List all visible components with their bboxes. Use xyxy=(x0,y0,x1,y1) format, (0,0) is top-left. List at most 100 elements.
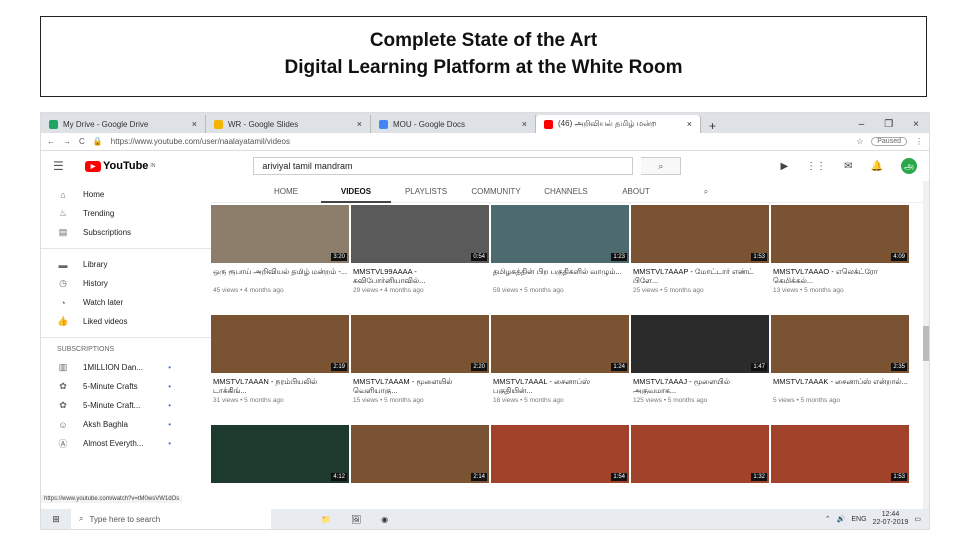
new-tab-button[interactable]: + xyxy=(701,119,724,133)
video-thumbnail[interactable]: 2:14 xyxy=(351,425,489,483)
sidebar-item[interactable]: 👍 Liked videos xyxy=(41,312,211,331)
taskbar-search[interactable]: ⌕ Type here to search xyxy=(71,509,271,529)
video-thumbnail[interactable]: 4:09 xyxy=(771,205,909,263)
notification-icon[interactable]: ▭ xyxy=(914,515,921,523)
back-icon[interactable]: ← xyxy=(47,137,55,146)
file-explorer-icon[interactable]: 📁 xyxy=(321,515,331,524)
video-title[interactable]: ஒரு ரூபாய் அறிவியல் தமிழ் மன்றம் -... xyxy=(211,267,349,285)
close-window-icon[interactable]: × xyxy=(913,119,919,130)
scrollbar-thumb[interactable] xyxy=(923,326,929,361)
video-thumbnail[interactable]: 1:32 xyxy=(631,425,769,483)
video-title[interactable] xyxy=(491,487,629,505)
video-title[interactable]: MMSTVL7AAAO - எலெக்ட்ரோ கெமிக்கல்... xyxy=(771,267,909,285)
video-title[interactable] xyxy=(771,487,909,505)
sidebar-item[interactable]: ⌂ Home xyxy=(41,185,211,204)
video-title[interactable]: MMSTVL7AAAN - நரம்பியலில் டாக்கிங்... xyxy=(211,377,349,395)
tab-about[interactable]: ABOUT xyxy=(601,181,671,203)
video-thumbnail[interactable]: 1:53 xyxy=(631,205,769,263)
browser-tab[interactable]: My Drive - Google Drive × xyxy=(41,115,206,133)
video-card[interactable]: 2:19 MMSTVL7AAAN - நரம்பியலில் டாக்கிங்..… xyxy=(211,315,349,425)
video-thumbnail[interactable]: 4:12 xyxy=(211,425,349,483)
menu-icon[interactable]: ⋮ xyxy=(915,137,923,146)
video-card[interactable]: 1:53 MMSTVL7AAAP - மோட்டார் எண்ட் பிளே...… xyxy=(631,205,769,315)
sidebar-item[interactable]: ☺ Aksh Baghla • xyxy=(41,415,211,434)
video-title[interactable]: MMSTVL7AAAL - சைனாப்ஸ் பகுதியின்... xyxy=(491,377,629,395)
video-thumbnail[interactable]: 1:54 xyxy=(491,425,629,483)
reload-icon[interactable]: C xyxy=(79,137,85,146)
tab-close-icon[interactable]: × xyxy=(687,119,692,129)
sidebar-item[interactable]: ▬ Library xyxy=(41,255,211,274)
video-card[interactable]: 1:24 MMSTVL7AAAL - சைனாப்ஸ் பகுதியின்... 1… xyxy=(491,315,629,425)
video-thumbnail[interactable]: 2:35 xyxy=(771,315,909,373)
video-thumbnail[interactable]: 2:20 xyxy=(351,315,489,373)
tab-videos[interactable]: VIDEOS xyxy=(321,181,391,203)
avatar[interactable]: அ xyxy=(901,158,917,174)
video-thumbnail[interactable]: 1:53 xyxy=(771,425,909,483)
video-card[interactable]: 3:20 ஒரு ரூபாய் அறிவியல் தமிழ் மன்றம் -..… xyxy=(211,205,349,315)
bell-icon[interactable]: 🔔 xyxy=(871,161,883,172)
tab-close-icon[interactable]: × xyxy=(522,119,527,129)
star-icon[interactable]: ☆ xyxy=(856,137,863,146)
video-thumbnail[interactable]: 1:47 xyxy=(631,315,769,373)
browser-tab[interactable]: (46) அறிவியல் தமிழ் மன்ற × xyxy=(536,115,701,133)
tab-close-icon[interactable]: × xyxy=(192,119,197,129)
channel-nav: HOME VIDEOS PLAYLISTS COMMUNITY CHANNELS ABOU… xyxy=(211,181,929,203)
video-title[interactable]: தமிழகத்தின் பிற பகுதிகளில் வாழும்... xyxy=(491,267,629,285)
video-thumbnail[interactable]: 1:23 xyxy=(491,205,629,263)
search-button[interactable]: ⌕ xyxy=(641,157,682,175)
video-thumbnail[interactable]: 0:54 xyxy=(351,205,489,263)
minimize-icon[interactable]: – xyxy=(859,119,865,130)
sidebar-item[interactable]: ✿ 5-Minute Craft... • xyxy=(41,396,211,415)
video-title[interactable] xyxy=(631,487,769,505)
paused-badge[interactable]: Paused xyxy=(871,137,907,146)
apps-icon[interactable]: ⋮⋮ xyxy=(806,161,826,172)
forward-icon[interactable]: → xyxy=(63,137,71,146)
lang-indicator[interactable]: ENG xyxy=(851,516,866,523)
tray-up-icon[interactable]: ⌃ xyxy=(825,515,831,523)
hamburger-icon[interactable]: ☰ xyxy=(53,159,77,173)
video-title[interactable] xyxy=(211,487,349,505)
video-card[interactable]: 4:09 MMSTVL7AAAO - எலெக்ட்ரோ கெமிக்கல்...… xyxy=(771,205,909,315)
tab-channels[interactable]: CHANNELS xyxy=(531,181,601,203)
volume-icon[interactable]: 🔊 xyxy=(837,515,846,523)
url-field[interactable]: https://www.youtube.com/user/naalayatami… xyxy=(111,137,848,146)
browser-tab[interactable]: WR - Google Slides × xyxy=(206,115,371,133)
maximize-icon[interactable]: ❐ xyxy=(884,119,893,130)
sidebar-item[interactable]: ✿ 5-Minute Crafts • xyxy=(41,377,211,396)
search-input[interactable]: ariviyal tamil mandram xyxy=(253,157,634,175)
video-camera-icon[interactable]: ▶ xyxy=(780,161,788,172)
sidebar-item[interactable]: ▤ Subscriptions xyxy=(41,223,211,242)
video-title[interactable]: MMSTVL99AAAA - கவிபோர்னியாவில்... xyxy=(351,267,489,285)
video-card[interactable]: 2:20 MMSTVL7AAAM - மூளையில் வெளியாகு... 15… xyxy=(351,315,489,425)
clock[interactable]: 12:44 22-07-2019 xyxy=(873,511,909,527)
channel-search-icon[interactable]: ⌕ xyxy=(671,181,741,203)
sidebar-item[interactable]: ▥ 1MILLION Dan... • xyxy=(41,358,211,377)
video-thumbnail[interactable]: 2:19 xyxy=(211,315,349,373)
photos-icon[interactable]: 🖼 xyxy=(351,515,361,524)
video-card[interactable]: 0:54 MMSTVL99AAAA - கவிபோர்னியாவில்... 29 … xyxy=(351,205,489,315)
tab-home[interactable]: HOME xyxy=(251,181,321,203)
video-thumbnail[interactable]: 3:20 xyxy=(211,205,349,263)
video-thumbnail[interactable]: 1:24 xyxy=(491,315,629,373)
scrollbar[interactable] xyxy=(923,181,929,511)
browser-tab[interactable]: MOU - Google Docs × xyxy=(371,115,536,133)
video-card[interactable]: 1:47 MMSTVL7AAAJ - மூளையில் அகுவமாக... 125… xyxy=(631,315,769,425)
windows-icon[interactable]: ⊞ xyxy=(41,514,71,525)
sidebar-item[interactable]: ◷ History xyxy=(41,274,211,293)
video-card[interactable]: 1:23 தமிழகத்தின் பிற பகுதிகளில் வாழும்...… xyxy=(491,205,629,315)
video-title[interactable]: MMSTVL7AAAK - சைனாப்ஸ் என்றால்... xyxy=(771,377,909,395)
chrome-icon[interactable]: ◉ xyxy=(381,515,388,524)
video-title[interactable]: MMSTVL7AAAP - மோட்டார் எண்ட் பிளே... xyxy=(631,267,769,285)
sidebar-item[interactable]: Ⓐ Almost Everyth... • xyxy=(41,434,211,453)
video-card[interactable]: 2:35 MMSTVL7AAAK - சைனாப்ஸ் என்றால்... 5 v… xyxy=(771,315,909,425)
youtube-logo[interactable]: ▶ YouTube IN xyxy=(85,160,155,172)
video-title[interactable]: MMSTVL7AAAM - மூளையில் வெளியாகு... xyxy=(351,377,489,395)
sidebar-item[interactable]: ◔ Watch later xyxy=(41,293,211,312)
tab-close-icon[interactable]: × xyxy=(357,119,362,129)
tab-community[interactable]: COMMUNITY xyxy=(461,181,531,203)
tab-playlists[interactable]: PLAYLISTS xyxy=(391,181,461,203)
messages-icon[interactable]: ✉ xyxy=(844,161,852,172)
video-title[interactable] xyxy=(351,487,489,505)
video-title[interactable]: MMSTVL7AAAJ - மூளையில் அகுவமாக... xyxy=(631,377,769,395)
sidebar-item[interactable]: ♨ Trending xyxy=(41,204,211,223)
